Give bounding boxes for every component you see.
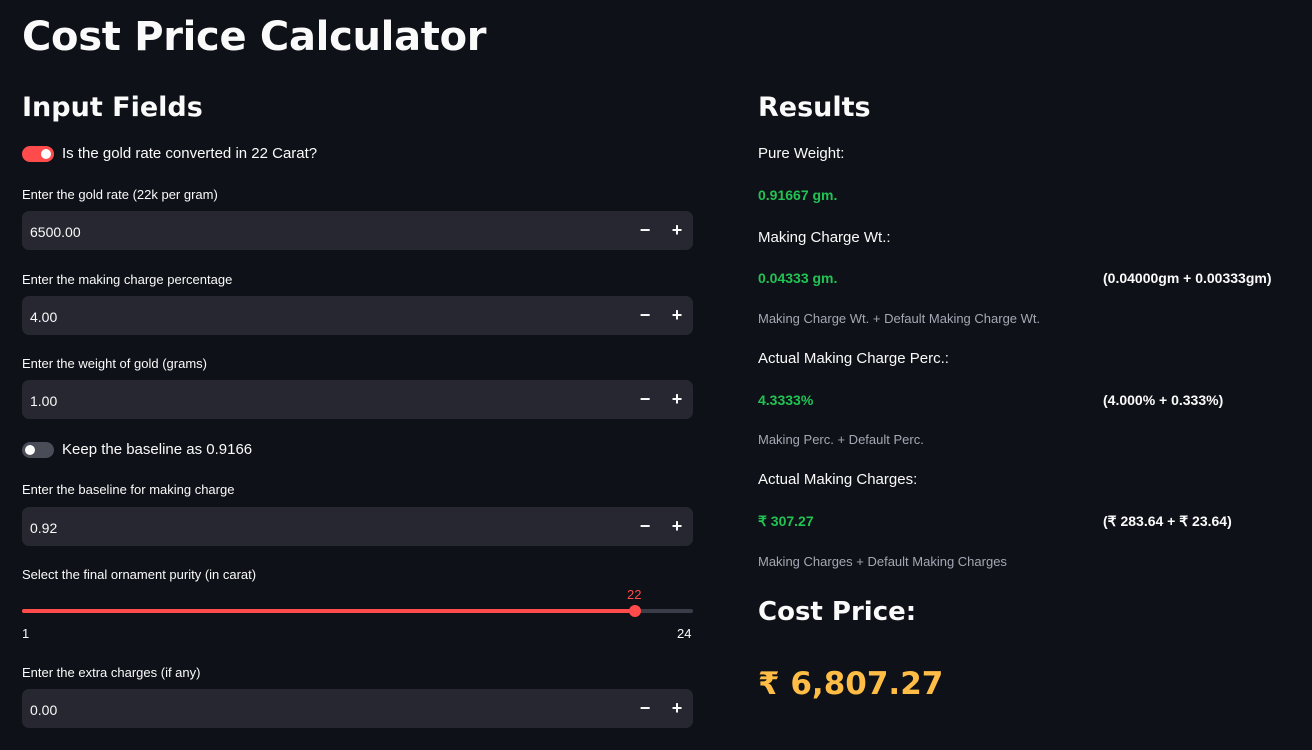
pure-weight-label: Pure Weight: — [758, 145, 845, 162]
making-wt-label: Making Charge Wt.: — [758, 229, 891, 246]
baseline-label: Enter the baseline for making charge — [22, 482, 235, 497]
toggle-baseline-row[interactable]: Keep the baseline as 0.9166 — [22, 441, 252, 458]
purity-slider-fill — [22, 609, 635, 613]
toggle-22k-switch[interactable] — [22, 145, 54, 162]
weight-decrement-button[interactable]: − — [629, 380, 661, 419]
page-title: Cost Price Calculator — [22, 14, 487, 60]
cost-price-value: ₹ 6,807.27 — [758, 666, 944, 702]
purity-slider-track[interactable] — [22, 605, 693, 617]
baseline-input[interactable] — [22, 507, 592, 548]
making-pct-increment-button[interactable]: + — [661, 296, 693, 335]
toggle-knob — [25, 444, 35, 455]
extra-label: Enter the extra charges (if any) — [22, 665, 201, 680]
making-pct-field: − + — [22, 296, 693, 337]
purity-slider-max: 24 — [677, 626, 692, 641]
baseline-increment-button[interactable]: + — [661, 507, 693, 546]
making-perc-value: 4.3333% — [758, 392, 814, 408]
making-pct-label: Enter the making charge percentage — [22, 272, 233, 287]
purity-slider-min: 1 — [22, 626, 30, 641]
making-charges-value: ₹ 307.27 — [758, 513, 814, 529]
purity-slider-thumb[interactable] — [629, 605, 641, 617]
input-fields-heading: Input Fields — [22, 92, 203, 123]
toggle-knob — [41, 148, 51, 159]
weight-increment-button[interactable]: + — [661, 380, 693, 419]
weight-field: − + — [22, 380, 693, 421]
extra-input[interactable] — [22, 689, 592, 730]
gold-rate-decrement-button[interactable]: − — [629, 211, 661, 250]
gold-rate-label: Enter the gold rate (22k per gram) — [22, 187, 218, 202]
extra-increment-button[interactable]: + — [661, 689, 693, 728]
making-wt-breakdown: (0.04000gm + 0.00333gm) — [1103, 270, 1272, 286]
making-perc-breakdown: (4.000% + 0.333%) — [1103, 392, 1224, 408]
gold-rate-increment-button[interactable]: + — [661, 211, 693, 250]
making-wt-value: 0.04333 gm. — [758, 270, 838, 286]
making-perc-caption: Making Perc. + Default Perc. — [758, 432, 924, 447]
results-heading: Results — [758, 92, 871, 123]
making-charges-caption: Making Charges + Default Making Charges — [758, 554, 1007, 569]
extra-decrement-button[interactable]: − — [629, 689, 661, 728]
baseline-decrement-button[interactable]: − — [629, 507, 661, 546]
baseline-field: − + — [22, 507, 693, 548]
gold-rate-field: − + — [22, 211, 693, 252]
pure-weight-value: 0.91667 gm. — [758, 187, 838, 203]
weight-label: Enter the weight of gold (grams) — [22, 356, 207, 371]
making-charges-breakdown: (₹ 283.64 + ₹ 23.64) — [1103, 513, 1232, 529]
toggle-22k-label: Is the gold rate converted in 22 Carat? — [62, 145, 318, 162]
toggle-baseline-label: Keep the baseline as 0.9166 — [62, 441, 253, 458]
toggle-22k-row[interactable]: Is the gold rate converted in 22 Carat? — [22, 145, 317, 162]
gold-rate-input[interactable] — [22, 211, 592, 252]
purity-slider-value: 22 — [627, 587, 642, 602]
cost-price-heading: Cost Price: — [758, 597, 917, 627]
making-perc-label: Actual Making Charge Perc.: — [758, 350, 949, 367]
making-pct-decrement-button[interactable]: − — [629, 296, 661, 335]
making-wt-caption: Making Charge Wt. + Default Making Charg… — [758, 311, 1041, 326]
toggle-baseline-switch[interactable] — [22, 441, 54, 458]
purity-label: Select the final ornament purity (in car… — [22, 567, 257, 582]
weight-input[interactable] — [22, 380, 592, 421]
making-pct-input[interactable] — [22, 296, 592, 337]
making-charges-label: Actual Making Charges: — [758, 471, 918, 488]
extra-field: − + — [22, 689, 693, 730]
